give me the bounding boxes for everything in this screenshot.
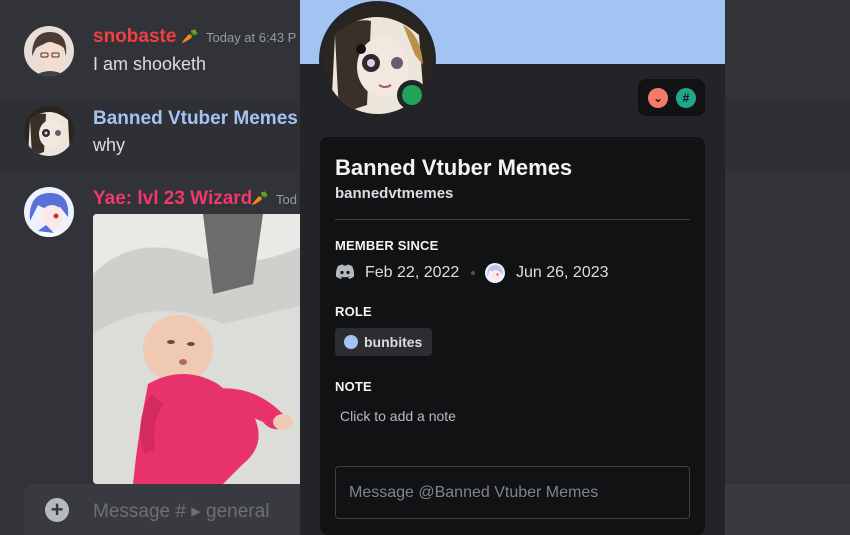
online-status-icon [397, 80, 427, 110]
user-profile-popout: ⌄ # Banned Vtuber Memes bannedvtmemes ME… [300, 0, 725, 535]
message-username[interactable]: Banned Vtuber Memes [93, 108, 298, 130]
carrot-role-icon: 🥕 [181, 28, 199, 44]
message-text: why [93, 135, 126, 155]
profile-display-name: Banned Vtuber Memes [335, 155, 573, 180]
hypesquad-icon[interactable]: ⌄ [648, 88, 668, 108]
message-timestamp: Today at 6:43 P [206, 30, 297, 45]
add-attachment-plus-icon[interactable]: + [45, 498, 69, 522]
server-icon [485, 263, 505, 283]
profile-body: Banned Vtuber Memes bannedvtmemes MEMBER… [320, 137, 705, 535]
role-pill[interactable]: bunbites [335, 328, 433, 356]
user-avatar[interactable] [24, 187, 74, 237]
profile-avatar-frame [319, 1, 436, 118]
composer-placeholder: Message # ▸ general [93, 501, 270, 522]
message-username[interactable]: snobaste [93, 26, 176, 48]
profile-badges: ⌄ # [638, 79, 705, 116]
note-heading: NOTE [335, 379, 372, 394]
user-avatar[interactable] [24, 26, 74, 76]
message-username[interactable]: Yae: lvl 23 Wizard [93, 188, 252, 210]
carrot-role-icon: 🥕 [251, 190, 269, 206]
discord-logo-icon [335, 264, 355, 279]
discord-member-since: Feb 22, 2022 [365, 264, 460, 281]
member-since-heading: MEMBER SINCE [335, 238, 439, 253]
profile-username: bannedvtmemes [335, 185, 454, 202]
user-avatar[interactable] [24, 106, 74, 156]
role-name: bunbites [364, 334, 423, 350]
member-since-row: Feb 22, 2022 Jun 26, 2023 [335, 263, 690, 285]
hashtag-icon[interactable]: # [676, 88, 696, 108]
role-color-dot [344, 335, 358, 349]
role-heading: ROLE [335, 304, 372, 319]
dm-placeholder: Message @Banned Vtuber Memes [349, 484, 599, 501]
message-timestamp: Tod [276, 192, 297, 207]
message-text: I am shooketh [93, 54, 207, 74]
gif-attachment[interactable] [93, 214, 308, 484]
separator-dot [471, 271, 475, 275]
note-input[interactable]: Click to add a note [340, 408, 456, 424]
divider [335, 219, 690, 220]
server-member-since: Jun 26, 2023 [516, 264, 609, 281]
direct-message-input[interactable]: Message @Banned Vtuber Memes [335, 466, 690, 519]
